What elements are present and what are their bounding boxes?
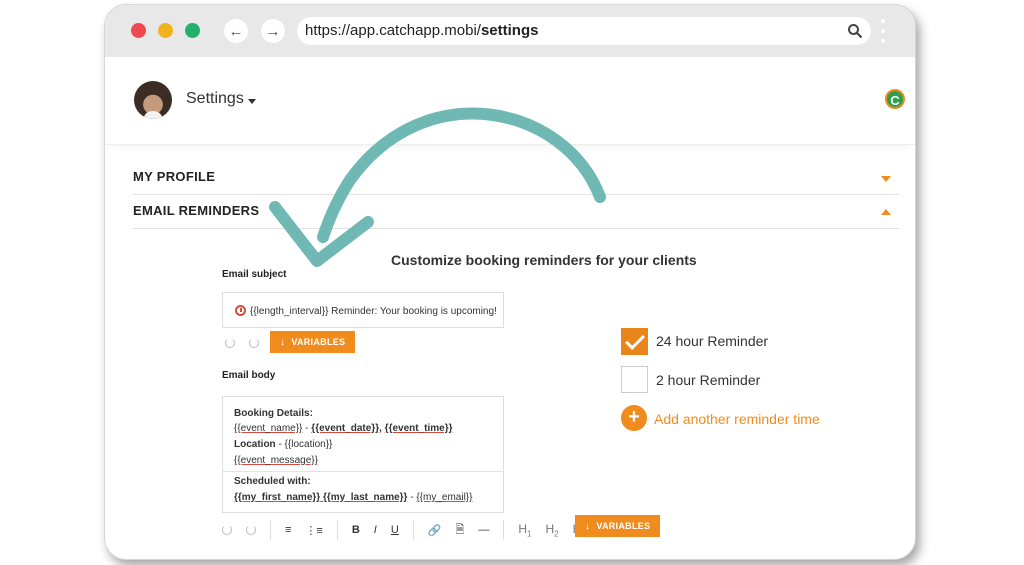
numbered-list-icon[interactable]: ≡ — [285, 524, 291, 536]
collapse-icon[interactable] — [881, 209, 891, 215]
bold-button[interactable]: B — [352, 524, 360, 536]
undo-icon[interactable] — [225, 338, 235, 348]
event-date-variable: {{event_date}} — [311, 423, 380, 434]
underline-button[interactable]: U — [391, 524, 399, 536]
more-options-icon[interactable] — [881, 19, 885, 43]
email-variable: {{my_email}} — [416, 492, 473, 503]
expand-icon[interactable] — [881, 176, 891, 182]
body-variables-button[interactable]: ↓ VARIABLES — [575, 515, 661, 537]
reminder-2h-label[interactable]: 2 hour Reminder — [656, 372, 760, 388]
catchapp-logo-icon: C — [885, 89, 905, 109]
heading-2-button[interactable]: H2 — [546, 522, 559, 538]
add-reminder-link[interactable]: Add another reminder time — [654, 411, 820, 427]
body-toolbar: ≡ ⋮≡ B I U 🔗 🗎 — H1 H2 H3 — [222, 519, 600, 541]
section-label: MY PROFILE — [133, 169, 216, 184]
event-time-variable: {{event_time}} — [384, 423, 453, 434]
scheduled-with-label: Scheduled with: — [234, 476, 311, 487]
arrow-down-icon: ↓ — [280, 337, 286, 348]
avatar[interactable] — [134, 81, 172, 119]
last-name-variable: {{my_last_name}} — [320, 492, 408, 503]
separator-text: - — [407, 492, 417, 503]
email-subject-field[interactable]: {{length_interval}} Reminder: Your booki… — [222, 292, 504, 328]
horizontal-rule-button[interactable]: — — [478, 524, 489, 536]
close-window-dot[interactable] — [131, 23, 146, 38]
toolbar-divider — [503, 520, 505, 540]
document-icon[interactable]: 🗎 — [456, 521, 465, 540]
heading-1-button[interactable]: H1 — [518, 522, 531, 538]
reminder-24h-checkbox[interactable] — [621, 328, 648, 355]
alarm-clock-icon — [235, 305, 246, 316]
event-line: {{event_name}} - {{event_date}}, {{event… — [234, 423, 452, 434]
subject-text: {{length_interval}} Reminder: Your booki… — [250, 306, 497, 317]
page-title[interactable]: Settings — [186, 90, 244, 108]
bullet-list-icon[interactable]: ⋮≡ — [305, 524, 322, 537]
link-icon[interactable]: 🔗 — [428, 524, 442, 537]
toolbar-divider — [336, 520, 338, 540]
variables-label: VARIABLES — [596, 521, 651, 531]
separator-text: - — [302, 423, 312, 434]
location-variable: - {{location}} — [275, 439, 333, 450]
back-arrow-icon[interactable]: ← — [224, 19, 248, 43]
first-name-variable: {{my_first_name}} — [234, 492, 321, 503]
variables-label: VARIABLES — [291, 337, 346, 347]
organizer-line: {{my_first_name}} {{my_last_name}} - {{m… — [234, 492, 473, 503]
forward-arrow-icon[interactable]: → — [261, 19, 285, 43]
event-message-variable: {{event_message}} — [234, 455, 318, 466]
redo-icon[interactable] — [249, 338, 259, 348]
arrow-down-icon: ↓ — [585, 521, 591, 532]
redo-icon[interactable] — [246, 525, 256, 535]
maximize-window-dot[interactable] — [185, 23, 200, 38]
reminder-2h-checkbox[interactable] — [621, 366, 648, 393]
italic-button[interactable]: I — [374, 524, 377, 536]
browser-window: ← → https://app.catchapp.mobi/settings S… — [104, 4, 916, 560]
email-body-editor[interactable]: Booking Details: {{event_name}} - {{even… — [222, 396, 504, 513]
minimize-window-dot[interactable] — [158, 23, 173, 38]
toolbar-divider — [412, 520, 414, 540]
search-icon[interactable] — [847, 23, 863, 39]
divider — [223, 471, 503, 472]
toolbar-divider — [270, 520, 271, 540]
url-bar[interactable]: https://app.catchapp.mobi/settings — [297, 17, 871, 45]
plus-icon[interactable]: + — [621, 405, 647, 431]
curved-arrow-annotation — [269, 107, 606, 267]
event-name-variable: {{event_name}} — [234, 423, 303, 434]
location-label: Location — [234, 439, 276, 450]
body-label: Email body — [222, 370, 276, 381]
url-path: settings — [480, 22, 539, 39]
subject-variables-button[interactable]: ↓ VARIABLES — [270, 331, 356, 353]
url-prefix: https://app.catchapp.mobi/ — [305, 22, 481, 39]
section-label: EMAIL REMINDERS — [133, 203, 260, 218]
undo-icon[interactable] — [222, 525, 232, 535]
reminder-24h-label[interactable]: 24 hour Reminder — [656, 333, 768, 349]
location-line: Location - {{location}} — [234, 439, 332, 450]
booking-details-label: Booking Details: — [234, 408, 313, 419]
browser-chrome: ← → https://app.catchapp.mobi/settings — [105, 5, 915, 57]
